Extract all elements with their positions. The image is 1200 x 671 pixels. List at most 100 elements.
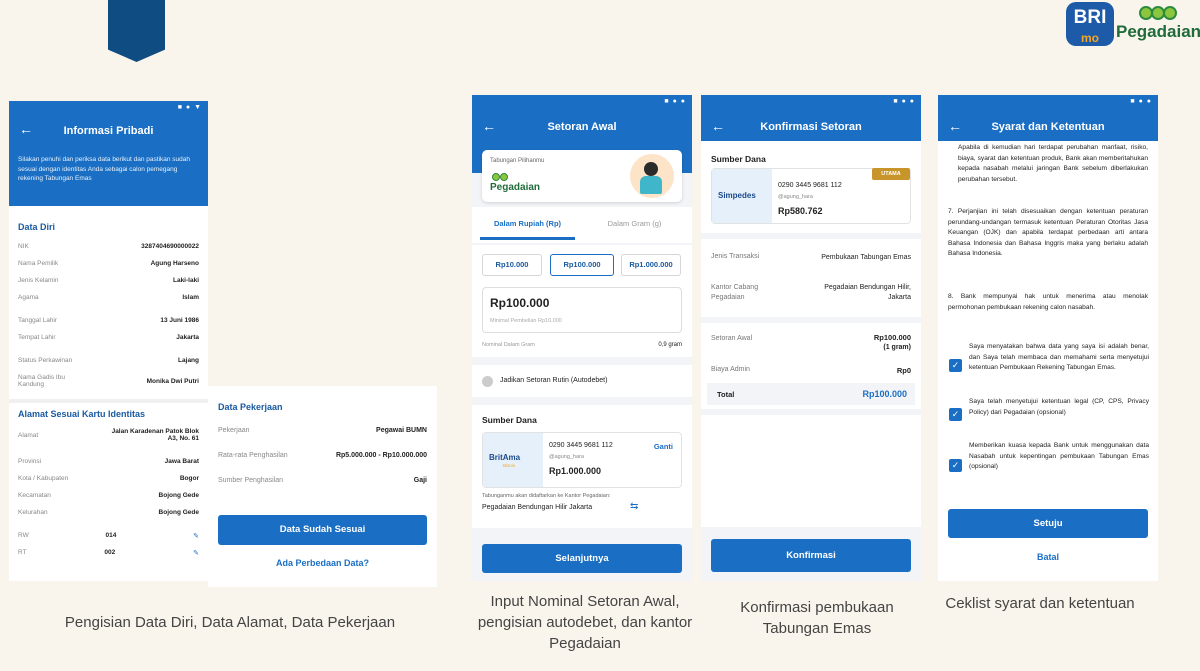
- account-handle: @agung_hara: [778, 194, 813, 200]
- section-title-alamat: Alamat Sesuai Kartu Identitas: [18, 409, 146, 419]
- chip-10000[interactable]: Rp10.000: [482, 254, 542, 276]
- row-label: Nama Gadis Ibu Kandung: [18, 374, 65, 388]
- page-title: Konfirmasi Setoran: [760, 121, 862, 133]
- product-name: Pegadaian: [490, 182, 541, 193]
- amount-input[interactable]: Rp100.000 Minimal Pembelian Rp10.000: [482, 287, 682, 333]
- info-row: Nama Gadis Ibu Kandung Monika Dwi Putri: [9, 369, 208, 393]
- gram-label: Nominal Dalam Gram: [482, 342, 535, 348]
- chip-100000[interactable]: Rp100.000: [550, 254, 614, 276]
- checkbox-checked-icon[interactable]: ✓: [949, 459, 962, 472]
- header: ■ ● ▼ ← Informasi Pribadi Silakan penuhi…: [9, 101, 208, 206]
- setoran-gram: (1 gram): [883, 344, 911, 351]
- tab-gram[interactable]: Dalam Gram (g): [587, 219, 682, 228]
- terms-item-8: 8. Bank mempunyai hak untuk menerima ata…: [948, 293, 1148, 311]
- source-card: Simpedes UTAMA 0290 3445 9681 112 @agung…: [711, 168, 911, 224]
- alamat-list: Alamat Jalan Karadenan Patok Blok A3, No.…: [9, 423, 208, 561]
- radio-icon[interactable]: [482, 376, 493, 387]
- screen-syarat-ketentuan: ■ ● ● ← Syarat dan Ketentuan Apabila di …: [938, 95, 1158, 581]
- check-label-3: Memberikan kuasa kepada Bank untuk mengg…: [969, 442, 1149, 471]
- cancel-link[interactable]: Batal: [948, 552, 1148, 562]
- info-row: Agama Islam: [9, 289, 208, 306]
- check-label-1: Saya menyatakan bahwa data yang saya isi…: [969, 343, 1149, 372]
- tabs: Dalam Rupiah (Rp) Dalam Gram (g): [472, 207, 692, 243]
- source-section: Sumber Dana BritAma Bisnis 0290 3445 968…: [472, 405, 692, 528]
- amount-section: Rp10.000 Rp100.000 Rp1.000.000 Rp100.000…: [472, 245, 692, 357]
- terms-paragraph: Apabila di kemudian hari terdapat peruba…: [958, 144, 1148, 183]
- kantor-cabang-value: Pegadaian Bendungan Hilir, Jakarta: [824, 284, 911, 301]
- row-value: Jawa Barat: [164, 458, 199, 465]
- product-card: Tabungan Pilihanmu Pegadaian: [482, 150, 682, 202]
- screen-konfirmasi-setoran: ■ ● ● ← Konfirmasi Setoran Sumber Dana S…: [701, 95, 921, 581]
- card-image: BritAma Bisnis: [483, 433, 543, 487]
- row-value: 13 Juni 1986: [160, 317, 199, 324]
- tab-indicator: [480, 237, 575, 240]
- row-value: Lajang: [178, 357, 199, 364]
- row-value: Agung Harseno: [150, 260, 199, 267]
- intro-text: Silakan penuhi dan periksa data berikut …: [18, 156, 191, 182]
- screen-setoran-awal: ■ ● ● ← Setoran Awal Tabungan Pilihanmu …: [472, 95, 692, 581]
- badge-utama: UTAMA: [872, 168, 910, 180]
- gram-value: 0,9 gram: [658, 342, 682, 348]
- row-value: 002: [104, 549, 116, 556]
- row-label: Provinsi: [18, 458, 42, 465]
- terms-item-7: 7. Perjanjian ini telah disesuaikan deng…: [948, 208, 1148, 258]
- row-label: Kota / Kabupaten: [18, 475, 69, 482]
- row-value: Bojong Gede: [158, 509, 199, 516]
- bookmark-ribbon: [108, 0, 165, 62]
- ada-perbedaan-link[interactable]: Ada Perbedaan Data?: [218, 558, 427, 568]
- edit-icon[interactable]: ✎: [193, 532, 199, 540]
- status-bar-icons: ■ ● ●: [1130, 98, 1152, 105]
- page-title: Setoran Awal: [547, 121, 617, 133]
- account-number: 0290 3445 9681 112: [778, 182, 842, 189]
- caption-4: Ceklist syarat dan ketentuan: [945, 595, 1135, 612]
- info-row: Kota / Kabupaten Bogor: [9, 470, 208, 487]
- chip-1000000[interactable]: Rp1.000.000: [621, 254, 681, 276]
- caption-3: Konfirmasi pembukaan Tabungan Emas: [740, 599, 894, 637]
- screen-data-pekerjaan: Data Pekerjaan Pekerjaan Pegawai BUMN Rata…: [208, 386, 437, 587]
- section-title-pekerjaan: Data Pekerjaan: [218, 402, 283, 412]
- ganti-link[interactable]: Ganti: [654, 442, 673, 451]
- info-row: Status Perkawinan Lajang: [9, 352, 208, 369]
- info-row: Kelurahan Bojong Gede: [9, 504, 208, 521]
- row-label: Sumber Penghasilan: [218, 476, 283, 484]
- row-label: Kelurahan: [18, 509, 48, 516]
- tab-rupiah[interactable]: Dalam Rupiah (Rp): [480, 219, 575, 228]
- checkbox-checked-icon[interactable]: ✓: [949, 359, 962, 372]
- row-label: Kecamatan: [18, 492, 51, 499]
- row-label: Status Perkawinan: [18, 357, 73, 364]
- info-row: NIK 3287404690000022: [9, 238, 208, 255]
- info-row: Tanggal Lahir 13 Juni 1986: [9, 312, 208, 329]
- branch-name: Pegadaian Bendungan Hilir Jakarta: [482, 504, 593, 511]
- transaction-details: Jenis Transaksi Pembukaan Tabungan Emas …: [701, 239, 921, 317]
- pegadaian-logo-icon: [1116, 6, 1200, 20]
- info-row: Nama Pemilik Agung Harseno: [9, 255, 208, 272]
- next-button[interactable]: Selanjutnya: [482, 544, 682, 573]
- agree-button[interactable]: Setuju: [948, 509, 1148, 538]
- page-title: Informasi Pribadi: [63, 125, 154, 137]
- check-label-2: Saya telah menyetujui ketentuan legal (C…: [969, 398, 1149, 416]
- autodebet-label: Jadikan Setoran Rutin (Autodebet): [500, 377, 608, 384]
- edit-icon[interactable]: ✎: [193, 549, 199, 557]
- checkbox-checked-icon[interactable]: ✓: [949, 408, 962, 421]
- data-sesuai-button[interactable]: Data Sudah Sesuai: [218, 515, 427, 545]
- row-label: RT: [18, 549, 27, 556]
- row-label: Pekerjaan: [218, 426, 250, 434]
- illustration-person-icon: [630, 154, 674, 198]
- autodebet-row[interactable]: Jadikan Setoran Rutin (Autodebet): [472, 365, 692, 397]
- header: ■ ● ● ← Konfirmasi Setoran: [701, 95, 921, 141]
- account-balance: Rp580.762: [778, 206, 823, 216]
- row-label: Nama Pemilik: [18, 260, 59, 267]
- confirm-button[interactable]: Konfirmasi: [711, 539, 911, 572]
- row-value: Islam: [182, 294, 199, 301]
- pegadaian-logo: Pegadaian: [1116, 6, 1200, 48]
- row-value: Bojong Gede: [158, 492, 199, 499]
- info-row: Sumber Penghasilan Gaji: [208, 470, 437, 490]
- data-diri-list: NIK 3287404690000022 Nama Pemilik Agung Har…: [9, 238, 208, 393]
- row-value: Gaji: [413, 476, 427, 484]
- edit-branch-icon[interactable]: ⇆: [630, 501, 638, 512]
- row-label: Alamat: [18, 431, 39, 439]
- info-row: RT 002 ✎: [9, 544, 208, 561]
- row-label: Tanggal Lahir: [18, 317, 58, 324]
- source-title: Sumber Dana: [482, 415, 537, 425]
- source-card: BritAma Bisnis 0290 3445 9681 112 @agung…: [482, 432, 682, 488]
